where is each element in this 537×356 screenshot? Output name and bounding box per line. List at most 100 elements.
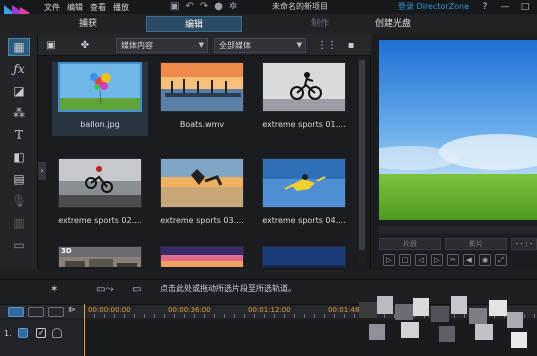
pip-icon[interactable]: ◪ bbox=[8, 82, 30, 100]
track-header: 1. ✓ bbox=[0, 320, 84, 356]
media-tile[interactable] bbox=[256, 246, 352, 267]
voiceover-icon[interactable]: 🎙 bbox=[8, 192, 30, 210]
split-track-icon[interactable]: ⧐ bbox=[68, 305, 76, 314]
timeline-view-icon[interactable] bbox=[8, 307, 24, 317]
media-tile[interactable] bbox=[154, 246, 250, 267]
tab-edit[interactable]: 编辑 bbox=[146, 16, 242, 32]
split-icon[interactable]: ✂ bbox=[447, 254, 459, 266]
save-icon[interactable]: ▣ bbox=[170, 0, 179, 14]
title-icon[interactable]: T bbox=[8, 126, 30, 144]
media-tile[interactable]: Boats.wmv bbox=[154, 62, 250, 136]
thumbnail-ocean bbox=[262, 246, 346, 267]
preview-mode-row: 片段 影片 - - : - bbox=[379, 238, 537, 252]
record-icon[interactable]: ● bbox=[214, 0, 223, 14]
title-bar: 文件 编辑 查看 播放 ▣ ↶ ↷ ● ✲ 未命名的新项目 登录 Directo… bbox=[0, 0, 537, 21]
menu-bar: 文件 编辑 查看 播放 bbox=[44, 0, 129, 14]
lock-icon[interactable] bbox=[52, 328, 62, 338]
timecode-display: - - : - bbox=[511, 238, 537, 250]
chapter-icon[interactable]: ▥ bbox=[8, 214, 30, 232]
3d-badge: 3D bbox=[61, 247, 72, 255]
track-number: 1. bbox=[4, 329, 12, 338]
next-frame-icon[interactable]: ▷ bbox=[431, 254, 443, 266]
thumbnail-3d-clip: 3D bbox=[58, 246, 142, 267]
tab-produce[interactable]: 制作 bbox=[272, 16, 368, 32]
overwrite-icon[interactable]: ▭ bbox=[132, 284, 141, 295]
preview-panel: 片段 影片 - - : - ▷ □ ◁ ▷ ✂ ◀ ◉ ⤢ bbox=[373, 34, 537, 270]
media-room-icon[interactable]: ▦ bbox=[8, 38, 30, 56]
media-tile[interactable]: extreme sports 04.... bbox=[256, 158, 352, 232]
menu-play[interactable]: 播放 bbox=[113, 2, 129, 13]
prev-frame-icon[interactable]: ◁ bbox=[415, 254, 427, 266]
playhead[interactable] bbox=[84, 304, 85, 356]
track-enable-checkbox[interactable]: ✓ bbox=[36, 328, 46, 338]
media-caption: ballon.jpg bbox=[80, 120, 120, 129]
stop-icon[interactable]: □ bbox=[399, 254, 411, 266]
quick-toolbar: ▣ ↶ ↷ ● ✲ bbox=[170, 0, 237, 14]
grid-view-icon[interactable]: ⋮⋮ bbox=[317, 37, 337, 53]
preview-scrubber[interactable] bbox=[379, 226, 537, 234]
tab-capture[interactable]: 捕获 bbox=[40, 16, 136, 32]
fullscreen-icon[interactable]: ⤢ bbox=[495, 254, 507, 266]
playback-controls: ▷ □ ◁ ▷ ✂ ◀ ◉ ⤢ bbox=[383, 254, 507, 266]
import-media-icon[interactable]: ▣ bbox=[42, 37, 60, 53]
media-caption: extreme sports 01.... bbox=[262, 120, 346, 129]
media-library: ▣ ✤ 媒体内容 ▼ 全部媒体 ▼ ⋮⋮ ▪ › ballon.jpg Boat… bbox=[38, 34, 371, 270]
menu-edit[interactable]: 编辑 bbox=[67, 2, 83, 13]
project-title: 未命名的新项目 bbox=[272, 2, 328, 11]
redo-icon[interactable]: ↷ bbox=[200, 0, 208, 14]
room-toolbar: ▦ ƒx ◪ ⁂ T ◧ ▤ 🎙 ▥ ▭ bbox=[0, 34, 38, 270]
volume-icon[interactable]: ◀ bbox=[463, 254, 475, 266]
menu-view[interactable]: 查看 bbox=[90, 2, 106, 13]
play-icon[interactable]: ▷ bbox=[383, 254, 395, 266]
media-tile[interactable]: extreme sports 03.... bbox=[154, 158, 250, 232]
undo-icon[interactable]: ↶ bbox=[185, 0, 193, 14]
thumbnail-extreme-sports-04 bbox=[262, 158, 346, 208]
library-toolbar: ▣ ✤ 媒体内容 ▼ 全部媒体 ▼ ⋮⋮ ▪ bbox=[38, 34, 371, 56]
thumbnail-extreme-sports-01 bbox=[262, 62, 346, 112]
magic-tool-icon[interactable]: ✶ bbox=[50, 284, 58, 295]
ruler-time: 00:01:12:00 bbox=[248, 306, 291, 314]
drop-hint: 点击此处或拖动所选片段至所选轨道。 bbox=[160, 284, 296, 293]
tab-create-disc[interactable]: 创建光盘 bbox=[373, 16, 413, 32]
minimize-button[interactable]: — bbox=[499, 0, 511, 14]
help-button[interactable]: ? bbox=[479, 0, 491, 14]
scroll-thumb[interactable] bbox=[359, 60, 365, 250]
media-tile[interactable]: ballon.jpg bbox=[52, 62, 148, 136]
thumbnail-sunset bbox=[160, 246, 244, 267]
insert-options-icon[interactable]: ▭⤳ bbox=[96, 284, 113, 295]
thumbnail-boats bbox=[160, 62, 244, 112]
settings-icon[interactable]: ✲ bbox=[229, 0, 237, 14]
media-caption: Boats.wmv bbox=[179, 120, 225, 129]
login-link[interactable]: 登录 DirectorZone bbox=[398, 0, 469, 14]
chevron-down-icon: ▼ bbox=[296, 41, 302, 49]
library-scrollbar[interactable] bbox=[358, 58, 366, 266]
transition-icon[interactable]: ◧ bbox=[8, 148, 30, 166]
menu-file[interactable]: 文件 bbox=[44, 2, 60, 13]
subtitle-icon[interactable]: ▭ bbox=[8, 236, 30, 254]
movie-mode-button[interactable]: 影片 bbox=[445, 238, 507, 250]
video-track-icon[interactable] bbox=[18, 328, 28, 338]
ruler-time: 00:00:00:00 bbox=[88, 306, 131, 314]
content-type-dropdown[interactable]: 媒体内容 ▼ bbox=[116, 38, 208, 53]
thumbnail-extreme-sports-03 bbox=[160, 158, 244, 208]
media-tile[interactable]: 3D bbox=[52, 246, 148, 267]
media-tile[interactable]: extreme sports 02.... bbox=[52, 158, 148, 232]
storyboard-view-icon[interactable] bbox=[28, 307, 44, 317]
ruler-time: 00:00:36:00 bbox=[168, 306, 211, 314]
maximize-button[interactable]: □ bbox=[519, 0, 531, 14]
view-size-icon[interactable]: ▪ bbox=[342, 37, 360, 53]
media-filter-dropdown[interactable]: 全部媒体 ▼ bbox=[214, 38, 306, 53]
window-controls: ? — □ ✕ bbox=[479, 0, 537, 14]
fx-icon[interactable]: ƒx bbox=[8, 60, 30, 78]
clip-mode-button[interactable]: 片段 bbox=[379, 238, 441, 250]
audio-mixing-icon[interactable]: ▤ bbox=[8, 170, 30, 188]
media-caption: extreme sports 04.... bbox=[262, 216, 346, 225]
thumbnail-extreme-sports-02 bbox=[58, 158, 142, 208]
snapshot-icon[interactable]: ◉ bbox=[479, 254, 491, 266]
media-caption: extreme sports 03.... bbox=[160, 216, 244, 225]
plugins-icon[interactable]: ✤ bbox=[76, 37, 94, 53]
watermark-mosaic bbox=[355, 292, 537, 356]
fit-timeline-icon[interactable] bbox=[48, 307, 64, 317]
media-tile[interactable]: extreme sports 01.... bbox=[256, 62, 352, 136]
particle-icon[interactable]: ⁂ bbox=[8, 104, 30, 122]
